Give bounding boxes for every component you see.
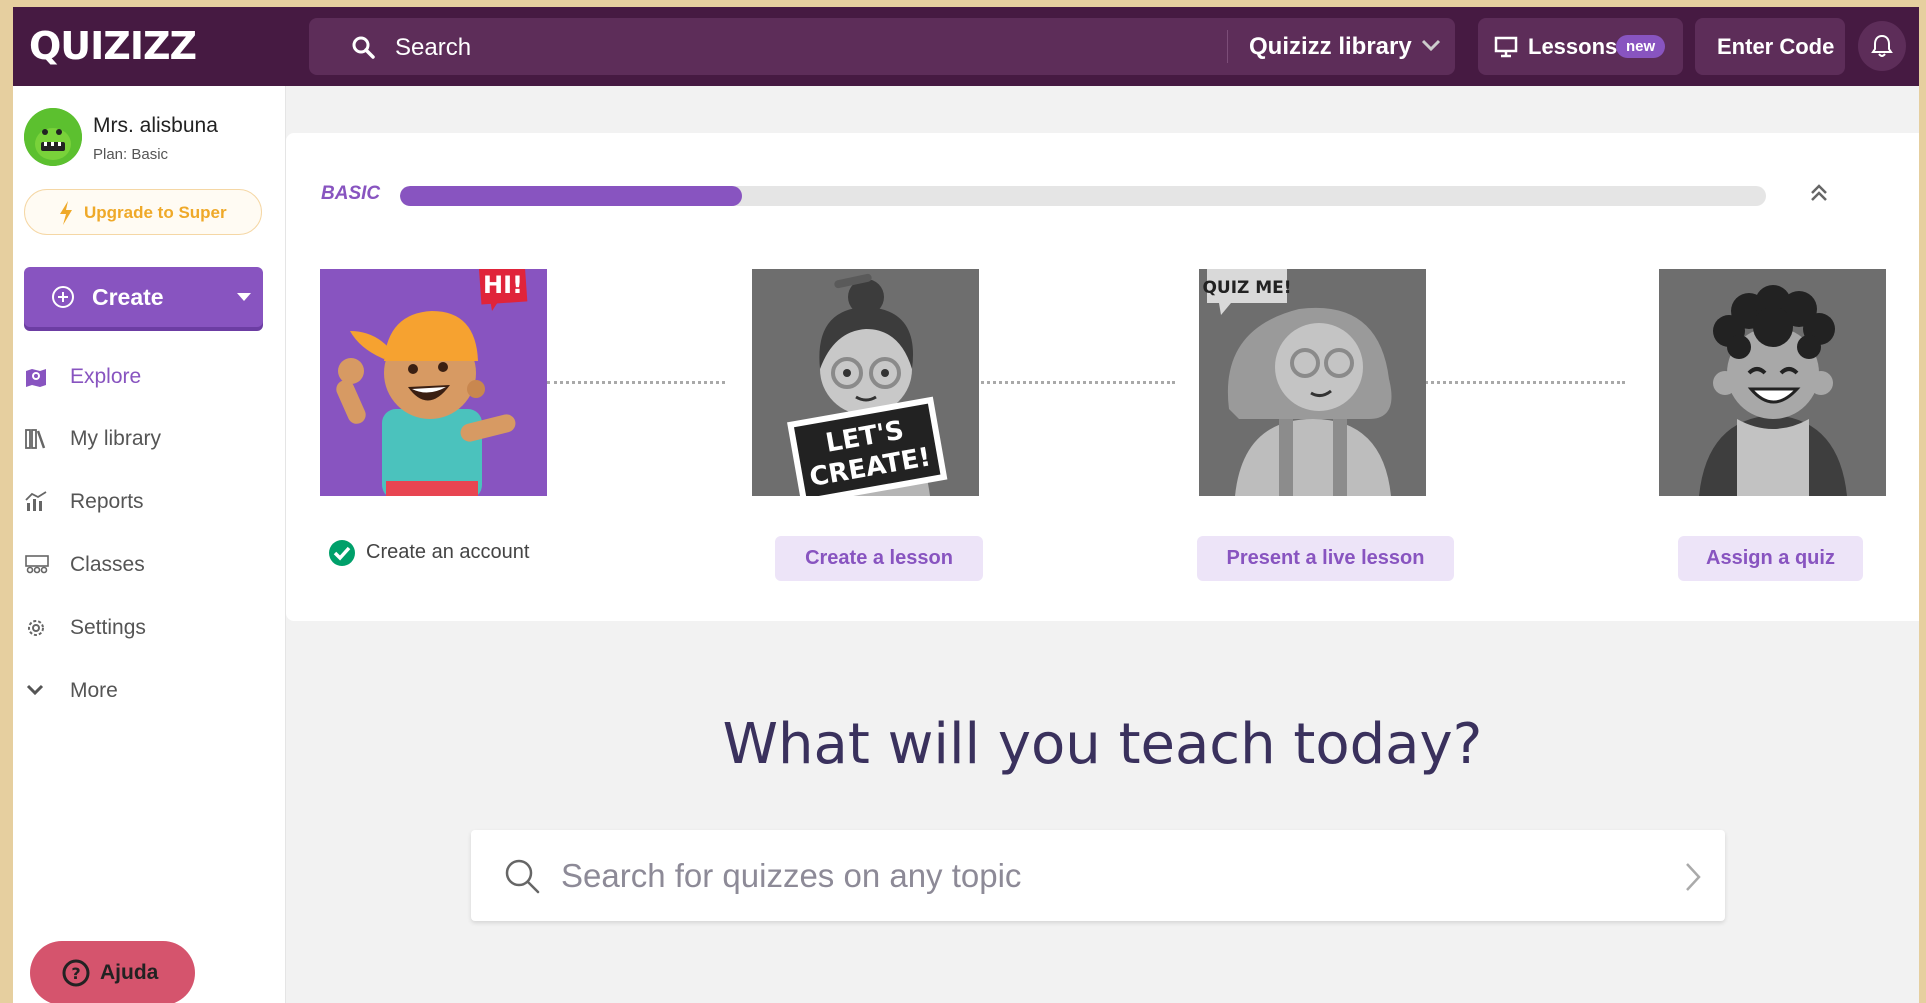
sidebar-item-label: Classes (70, 553, 145, 576)
sidebar-item-label: Explore (70, 365, 142, 388)
page-title: What will you teach today? (722, 712, 1483, 777)
onboarding-card: BASIC HI! LET'S CREATE! QUIZ ME! Create … (286, 133, 1919, 621)
lessons-label: Lessons (1528, 34, 1618, 59)
sidebar-item-classes[interactable]: Classes (24, 545, 264, 585)
sidebar-item-label: Reports (70, 490, 144, 513)
quiz-search-input[interactable] (561, 848, 1641, 904)
create-button[interactable]: Create (24, 267, 263, 327)
sidebar-item-label: Settings (70, 616, 146, 639)
create-label: Create (92, 284, 164, 310)
lessons-button[interactable]: Lessons new (1478, 18, 1683, 75)
progress-fill (400, 186, 742, 206)
plan-label: BASIC (321, 183, 381, 204)
quiz-search-box[interactable] (471, 830, 1725, 921)
monster-avatar-icon (24, 108, 82, 166)
sidebar-item-more[interactable]: More (24, 671, 264, 711)
settings-icon (28, 620, 44, 636)
chevron-right-icon[interactable] (1683, 861, 1703, 893)
step-label: Create an account (366, 541, 530, 563)
user-plan: Plan: Basic (93, 146, 169, 163)
help-button[interactable]: ? Ajuda (30, 941, 195, 1003)
present-live-lesson-button[interactable]: Present a live lesson (1197, 536, 1454, 581)
user-name: Mrs. alisbuna (93, 114, 218, 137)
global-search-input[interactable]: Search (395, 34, 471, 62)
classes-icon (25, 555, 49, 574)
enter-code-button[interactable]: Enter Code (1695, 18, 1845, 75)
bell-icon (1871, 34, 1893, 57)
quizizz-logo[interactable]: QUIZIZZ (29, 24, 197, 68)
sidebar-item-settings[interactable]: Settings (24, 608, 264, 648)
search-divider (1227, 30, 1228, 63)
chevron-down-icon (26, 684, 44, 696)
step-1-illustration: HI! (320, 269, 547, 496)
hi-badge-text: HI! (483, 271, 523, 299)
step-connector (952, 381, 1175, 384)
avatar[interactable] (24, 108, 82, 166)
chevron-down-icon[interactable] (1421, 38, 1441, 52)
help-label: Ajuda (100, 961, 159, 984)
reports-icon (25, 491, 47, 511)
library-icon (25, 429, 46, 449)
step-4-illustration (1659, 269, 1886, 496)
search-icon (352, 36, 375, 59)
sidebar-item-label: More (70, 679, 118, 702)
chevron-double-up-icon[interactable] (1808, 182, 1830, 204)
step-3-illustration: QUIZ ME! (1199, 269, 1426, 496)
sidebar-item-explore[interactable]: Explore (24, 357, 264, 397)
app-window: QUIZIZZ Search Quizizz library Lessons n… (13, 7, 1919, 1003)
sidebar-item-my-library[interactable]: My library (24, 419, 264, 459)
step-2-illustration: LET'S CREATE! (752, 269, 979, 496)
svg-text:?: ? (71, 964, 80, 983)
new-badge: new (1616, 35, 1666, 58)
caret-down-icon[interactable] (236, 292, 252, 302)
presentation-icon (1494, 36, 1518, 58)
library-select[interactable]: Quizizz library (1249, 33, 1412, 61)
create-lesson-button[interactable]: Create a lesson (775, 536, 983, 581)
sidebar-item-label: My library (70, 427, 162, 450)
step-connector (1402, 381, 1625, 384)
global-search-bar[interactable]: Search Quizizz library (309, 18, 1455, 75)
step-connector (547, 381, 725, 384)
progress-track (400, 186, 1766, 206)
help-icon: ? (62, 959, 90, 987)
plus-circle-icon (52, 286, 74, 308)
lightning-icon (60, 201, 72, 225)
enter-code-label: Enter Code (1717, 34, 1835, 59)
upgrade-button[interactable]: Upgrade to Super (24, 189, 262, 235)
explore-icon (26, 369, 46, 387)
quiz-me-text: QUIZ ME! (1202, 278, 1291, 298)
assign-quiz-button[interactable]: Assign a quiz (1678, 536, 1863, 581)
sidebar-item-reports[interactable]: Reports (24, 482, 264, 522)
notifications-button[interactable] (1858, 21, 1906, 71)
search-icon (505, 859, 540, 894)
top-navbar: QUIZIZZ Search Quizizz library Lessons n… (13, 7, 1919, 86)
check-circle-icon (329, 540, 355, 566)
sidebar: Mrs. alisbuna Plan: Basic Upgrade to Sup… (13, 86, 286, 1003)
upgrade-label: Upgrade to Super (84, 203, 227, 222)
